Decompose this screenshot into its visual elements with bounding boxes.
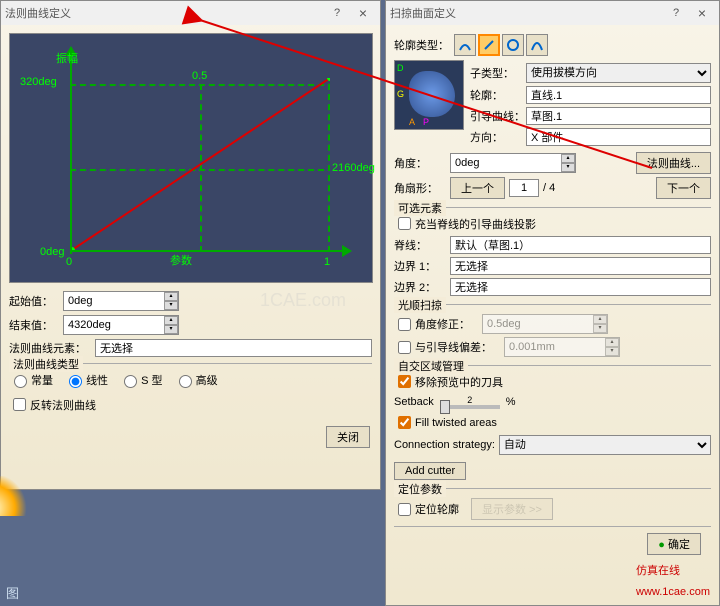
- fill-twisted-checkbox[interactable]: [398, 416, 411, 429]
- law-curve-dialog: 法则曲线定义 ? × 振幅 320deg 2160deg 0deg 0 0.5 …: [0, 0, 381, 490]
- position-contour-checkbox[interactable]: [398, 503, 411, 516]
- contour-input[interactable]: [526, 86, 711, 104]
- dialog-title-right: 扫掠曲面定义: [390, 5, 663, 21]
- start-spinner[interactable]: ▴▾: [164, 292, 178, 310]
- end-value-input[interactable]: [64, 316, 164, 334]
- connection-strategy-label: Connection strategy:: [394, 439, 495, 451]
- angle-correction-input: [483, 315, 593, 333]
- setback-slider[interactable]: [440, 405, 500, 409]
- smooth-group-label: 光顺扫掠: [394, 297, 446, 313]
- help-button-right[interactable]: ?: [663, 3, 689, 23]
- direction-label: 方向：: [470, 129, 526, 145]
- boundary1-label: 边界 1：: [394, 258, 450, 274]
- guide-curve-label: 引导曲线：: [470, 108, 526, 124]
- radio-s-type[interactable]: [124, 375, 137, 388]
- figure-caption: 图: [6, 583, 19, 602]
- profile-type-explicit-icon[interactable]: [454, 34, 476, 56]
- sector-input[interactable]: [509, 179, 539, 197]
- profile-type-label: 轮廓类型：: [394, 37, 454, 53]
- x-axis-title: 参数: [170, 252, 192, 268]
- y-tick-320: 320deg: [20, 76, 57, 88]
- add-cutter-button[interactable]: Add cutter: [394, 462, 466, 480]
- watermark-faint: 1CAE.com: [260, 290, 346, 311]
- law-element-input[interactable]: [95, 339, 372, 357]
- subtype-label: 子类型：: [470, 65, 526, 81]
- setback-tick: 2: [467, 395, 472, 405]
- prev-sector-button[interactable]: 上一个: [450, 177, 505, 199]
- sector-total: / 4: [543, 182, 555, 194]
- sweep-surface-dialog: 扫掠曲面定义 ? × 轮廓类型： D G A P 子类型： 使用拔模方: [385, 0, 720, 606]
- help-button[interactable]: ?: [324, 3, 350, 23]
- end-value-label: 结束值：: [9, 317, 63, 333]
- y-tick-0deg: 0deg: [40, 246, 64, 258]
- radio-constant[interactable]: [14, 375, 27, 388]
- law-curve-button[interactable]: 法则曲线...: [636, 152, 711, 174]
- end-spinner[interactable]: ▴▾: [164, 316, 178, 334]
- dialog-title: 法则曲线定义: [5, 5, 324, 21]
- boundary2-input[interactable]: [450, 278, 711, 296]
- decoration-sunburst: [0, 476, 40, 516]
- guide-curve-input[interactable]: [526, 107, 711, 125]
- direction-input[interactable]: [526, 128, 711, 146]
- setback-label: Setback: [394, 396, 434, 408]
- titlebar: 法则曲线定义 ? ×: [1, 1, 380, 25]
- profile-type-line-icon[interactable]: [478, 34, 500, 56]
- radio-linear[interactable]: [69, 375, 82, 388]
- guide-deviation-checkbox[interactable]: [398, 341, 411, 354]
- x-tick-0: 0: [66, 256, 72, 268]
- subtype-select[interactable]: 使用拔模方向: [526, 63, 711, 83]
- guide-deviation-input: [505, 338, 605, 356]
- close-icon[interactable]: ×: [350, 3, 376, 23]
- titlebar-right: 扫掠曲面定义 ? ×: [386, 1, 719, 25]
- ok-button[interactable]: ● 确定: [647, 533, 701, 555]
- y-tick-2160: 2160deg: [332, 162, 375, 174]
- angle-spinner[interactable]: ▴▾: [561, 154, 575, 172]
- boundary2-label: 边界 2：: [394, 279, 450, 295]
- close-button[interactable]: 关闭: [326, 426, 370, 448]
- watermark: 仿真在线www.1cae.com: [636, 558, 710, 600]
- angle-label: 角度：: [394, 155, 446, 171]
- boundary1-input[interactable]: [450, 257, 711, 275]
- preview-thumbnail: D G A P: [394, 60, 464, 130]
- angle-correction-checkbox[interactable]: [398, 318, 411, 331]
- profile-type-circle-icon[interactable]: [502, 34, 524, 56]
- optional-group-label: 可选元素: [394, 200, 446, 216]
- spine-projection-checkbox[interactable]: [398, 217, 411, 230]
- spine-label: 脊线：: [394, 237, 450, 253]
- x-tick-1: 1: [324, 256, 330, 268]
- remove-cutter-checkbox[interactable]: [398, 375, 411, 388]
- start-value-label: 起始值：: [9, 293, 63, 309]
- connection-strategy-select[interactable]: 自动: [499, 435, 711, 455]
- position-group-label: 定位参数: [394, 481, 446, 497]
- law-type-group-label: 法则曲线类型: [9, 356, 83, 372]
- angle-input[interactable]: [451, 154, 561, 172]
- spine-input[interactable]: [450, 236, 711, 254]
- law-line: [72, 78, 330, 250]
- setback-unit: %: [506, 396, 516, 408]
- profile-type-conic-icon[interactable]: [526, 34, 548, 56]
- y-axis-title: 振幅: [56, 50, 78, 66]
- start-value-input[interactable]: [64, 292, 164, 310]
- contour-label: 轮廓：: [470, 87, 526, 103]
- sector-label: 角扇形：: [394, 180, 446, 196]
- selfint-group-label: 自交区域管理: [394, 358, 468, 374]
- reverse-law-checkbox[interactable]: [13, 398, 26, 411]
- radio-advanced[interactable]: [179, 375, 192, 388]
- law-element-label: 法则曲线元素：: [9, 340, 95, 356]
- law-curve-chart: 振幅 320deg 2160deg 0deg 0 0.5 参数 1: [9, 33, 373, 283]
- show-params-button: 显示参数 >>: [471, 498, 553, 520]
- next-sector-button[interactable]: 下一个: [656, 177, 711, 199]
- close-icon-right[interactable]: ×: [689, 3, 715, 23]
